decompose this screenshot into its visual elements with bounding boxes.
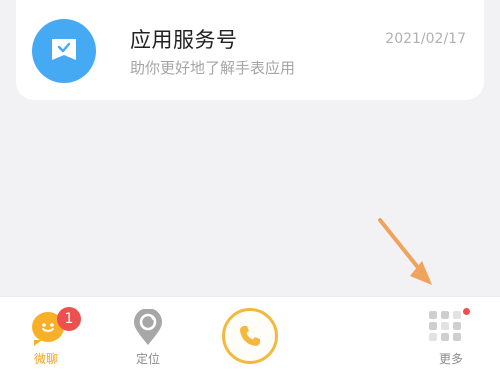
annotation-arrow-icon	[378, 218, 432, 285]
unread-badge: 1	[57, 307, 81, 331]
phone-icon	[240, 326, 260, 346]
bottom-tab-bar: 1 微聊 定位 更多	[0, 296, 500, 376]
notification-dot	[463, 308, 470, 315]
card-subtitle: 助你更好地了解手表应用	[130, 59, 296, 77]
tab-location-label: 定位	[135, 352, 160, 366]
tab-location[interactable]: 定位	[108, 297, 188, 376]
tab-more-label: 更多	[438, 352, 463, 366]
tab-call[interactable]	[209, 297, 289, 376]
tab-chat[interactable]: 1 微聊	[6, 297, 86, 376]
chat-check-icon	[32, 19, 96, 83]
tab-placeholder[interactable]	[310, 297, 390, 376]
service-account-card[interactable]: 应用服务号 助你更好地了解手表应用 2021/02/17	[16, 0, 484, 100]
card-date: 2021/02/17	[385, 31, 466, 47]
tab-chat-label: 微聊	[33, 352, 58, 366]
call-button[interactable]	[222, 308, 278, 364]
location-pin-icon	[134, 309, 162, 345]
card-title: 应用服务号	[130, 28, 238, 52]
tab-more[interactable]: 更多	[411, 297, 491, 376]
grid-icon	[429, 311, 463, 341]
